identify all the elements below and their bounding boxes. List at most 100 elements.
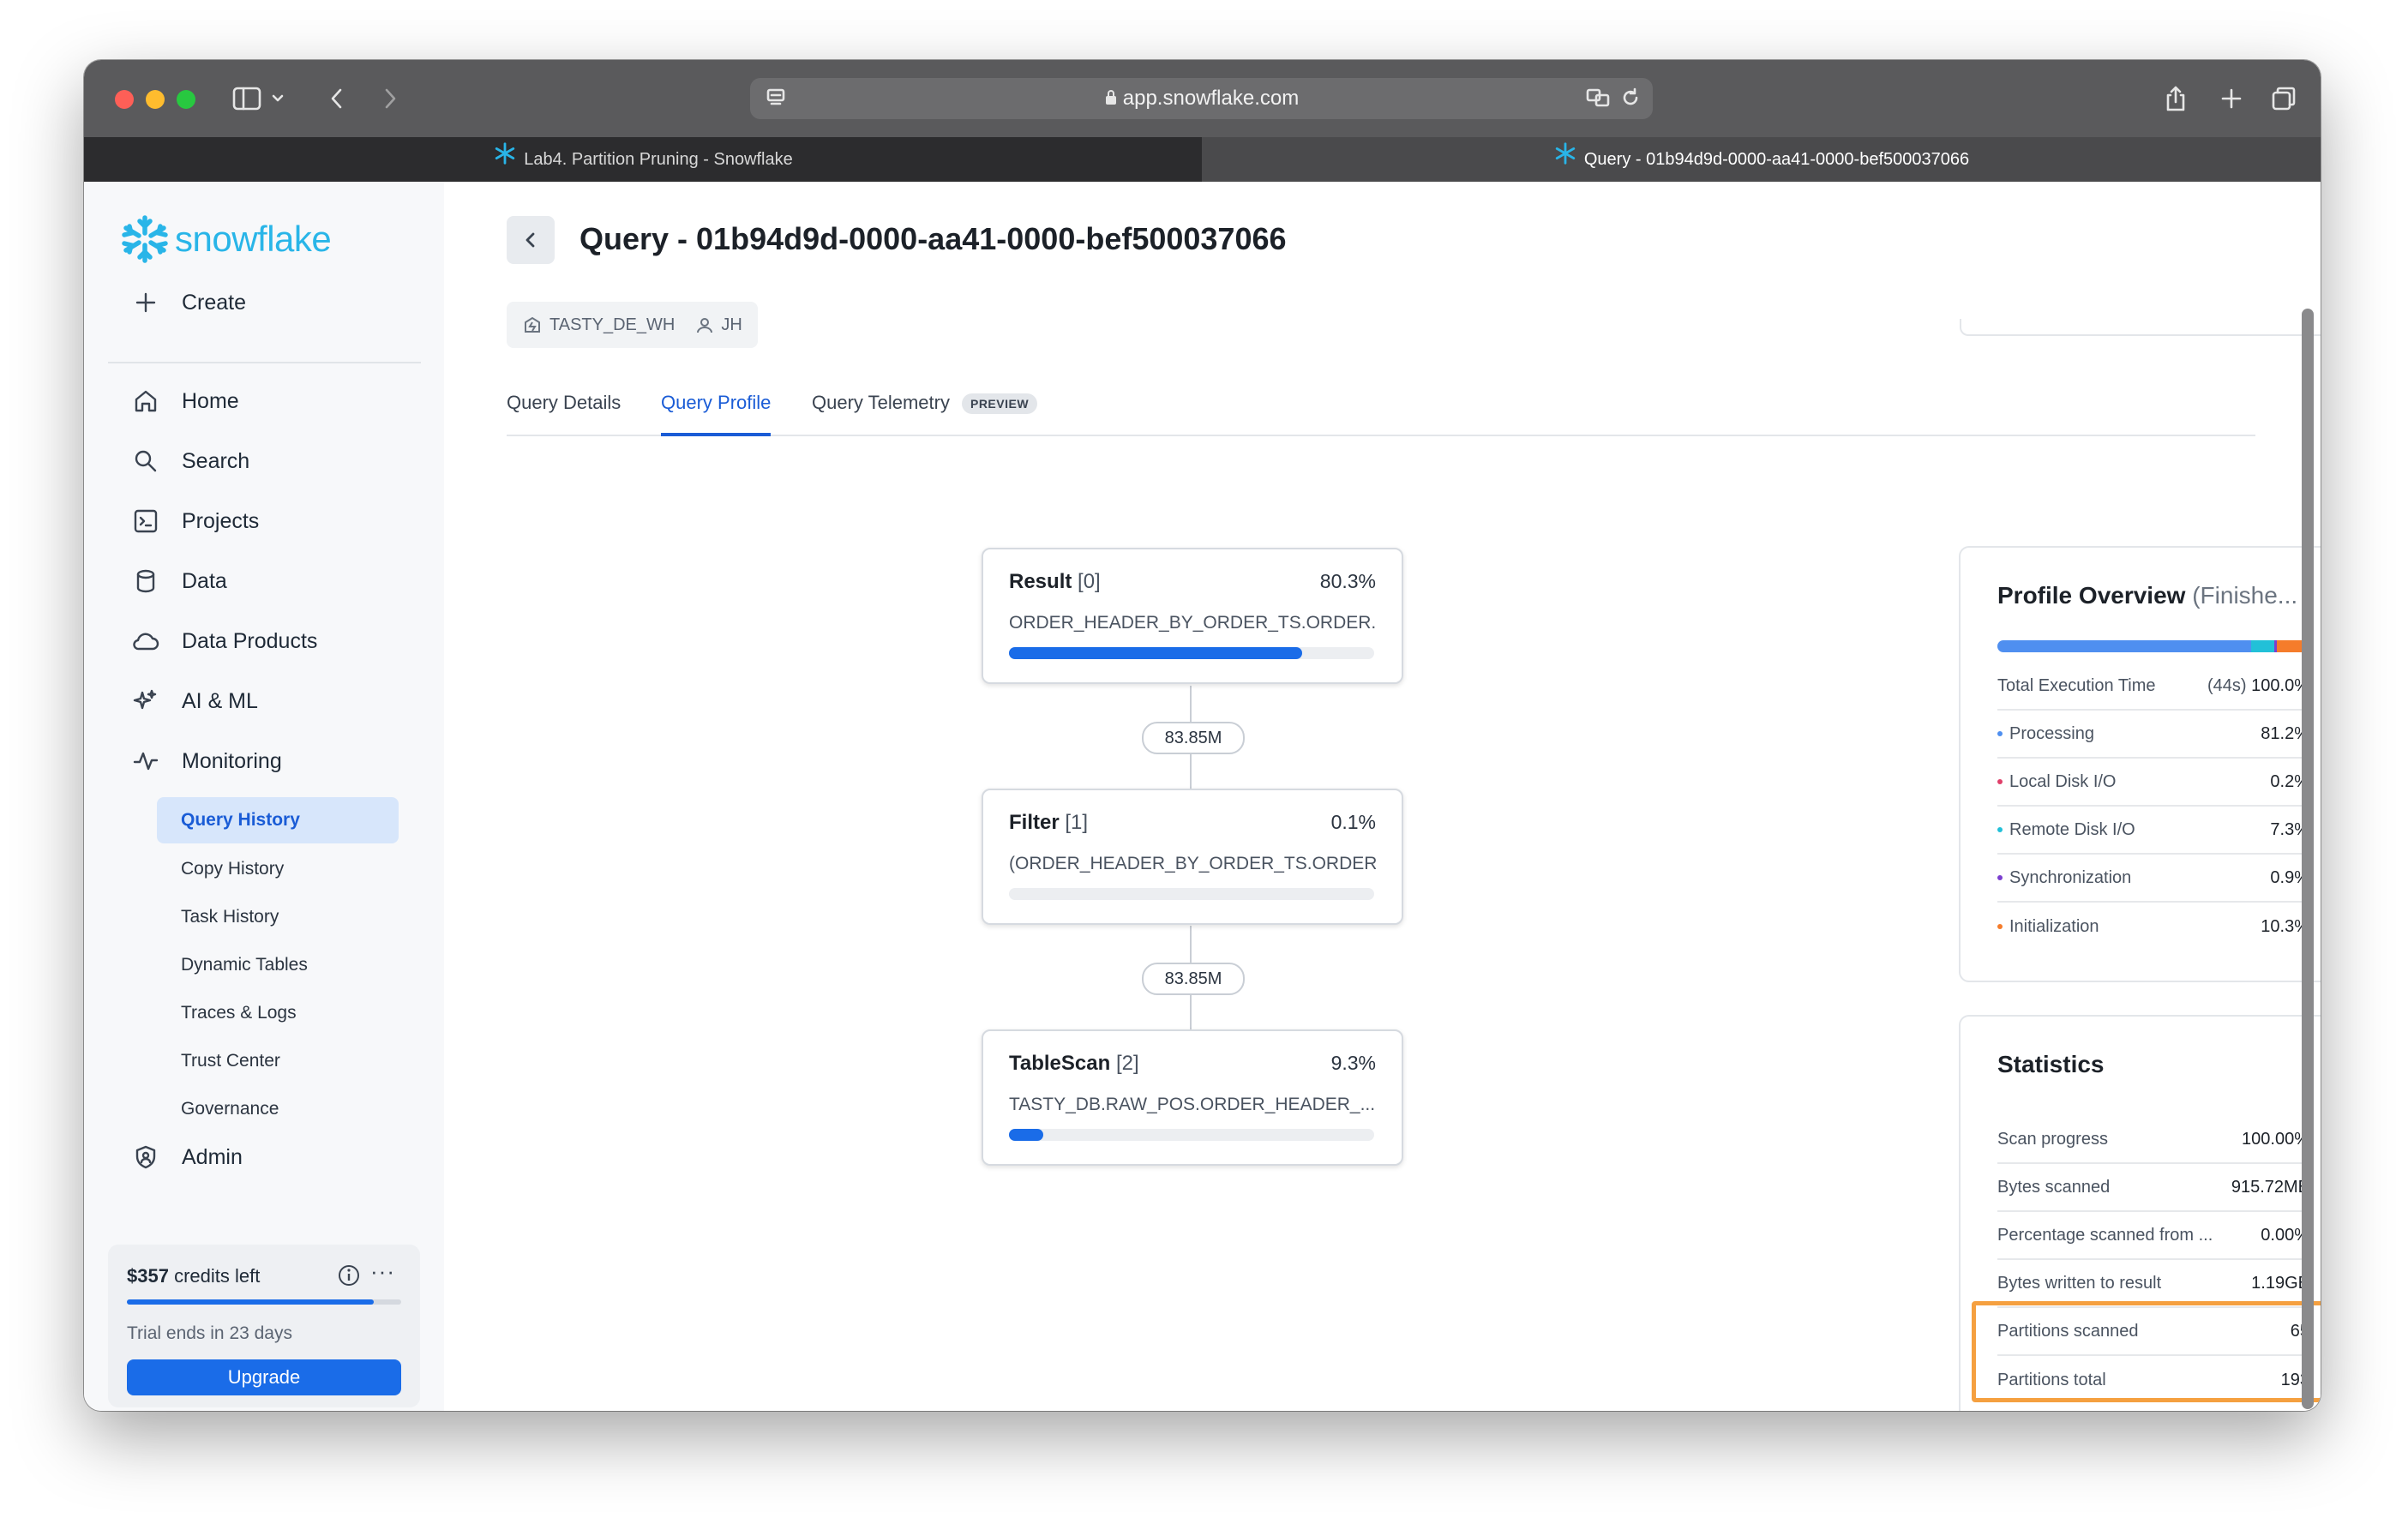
- stat-label: Bytes written to result: [1997, 1273, 2162, 1293]
- sidebar-subitem-copy-history[interactable]: Copy History: [157, 846, 399, 892]
- maximize-window-button[interactable]: [177, 90, 195, 109]
- partitions-highlight-box: [1972, 1301, 2321, 1402]
- sidebar-item-home[interactable]: Home: [132, 381, 239, 422]
- panel-stub: [1960, 319, 2321, 336]
- forward-nav-icon[interactable]: [375, 79, 405, 118]
- plus-icon: [132, 289, 159, 316]
- main-scrollbar[interactable]: [2302, 309, 2314, 1409]
- user-icon: [697, 318, 713, 333]
- stat-row-percentage-scanned: Percentage scanned from ... 0.00%: [1997, 1212, 2309, 1260]
- sidebar-subitem-task-history[interactable]: Task History: [157, 894, 399, 940]
- sidebar-item-monitoring[interactable]: Monitoring: [132, 741, 282, 782]
- processing-row: Processing 81.2%: [1997, 711, 2309, 759]
- close-window-button[interactable]: [115, 90, 134, 109]
- profile-overview-panel: Profile Overview (Finishe... Total Execu…: [1959, 546, 2321, 982]
- browser-tab-label: Query - 01b94d9d-0000-aa41-0000-bef50003…: [1583, 150, 1970, 169]
- minimize-window-button[interactable]: [146, 90, 165, 109]
- sidebar-subitem-query-history[interactable]: Query History: [157, 797, 399, 843]
- sidebar-subitem-trust-center[interactable]: Trust Center: [157, 1038, 399, 1084]
- credits-amount: $357 credits left: [127, 1265, 260, 1287]
- query-tabs: Query Details Query Profile Query Teleme…: [507, 383, 2255, 436]
- operator-node-tablescan[interactable]: TableScan [2] 9.3% TASTY_DB.RAW_POS.ORDE…: [982, 1029, 1403, 1166]
- share-icon[interactable]: [2159, 79, 2193, 118]
- profile-overview-title: Profile Overview (Finishe...: [1997, 582, 2297, 609]
- credits-card: $357 credits left ··· Trial ends in 23 d…: [108, 1245, 420, 1407]
- stat-label: Bytes scanned: [1997, 1177, 2111, 1197]
- stat-value: 100.00%: [2242, 1129, 2309, 1149]
- node-name: Result: [1009, 570, 1072, 593]
- execution-time-bar: [1997, 640, 2309, 652]
- info-icon[interactable]: [337, 1263, 361, 1292]
- url-text: app.snowflake.com: [750, 78, 1653, 119]
- total-execution-value: (44s) 100.0%: [2207, 676, 2309, 696]
- edge-row-count[interactable]: 83.85M: [1142, 722, 1245, 754]
- warehouse-label: TASTY_DE_WH: [549, 315, 676, 334]
- node-id: [2]: [1115, 1052, 1139, 1075]
- trial-ends-text: Trial ends in 23 days: [127, 1323, 292, 1343]
- browser-tab-query[interactable]: Query - 01b94d9d-0000-aa41-0000-bef50003…: [1202, 137, 2321, 182]
- url-label: app.snowflake.com: [1122, 87, 1300, 110]
- node-title: Filter [1]: [1009, 811, 1088, 835]
- sidebar-item-label: Monitoring: [182, 748, 282, 773]
- more-options-icon[interactable]: ···: [370, 1258, 395, 1285]
- tab-query-telemetry[interactable]: Query Telemetry PREVIEW: [812, 383, 1038, 433]
- row-label: Local Disk I/O: [2009, 771, 2117, 791]
- node-percentage: 0.1%: [1330, 811, 1376, 833]
- node-percentage: 9.3%: [1330, 1052, 1376, 1074]
- back-nav-icon[interactable]: [322, 79, 351, 118]
- profile-overview-heading: Profile Overview: [1997, 582, 2186, 609]
- sidebar-subitem-traces-logs[interactable]: Traces & Logs: [157, 990, 399, 1036]
- sidebar-item-ai-ml[interactable]: AI & ML: [132, 681, 258, 722]
- total-execution-time: (44s): [2207, 675, 2247, 695]
- sidebar-item-search[interactable]: Search: [132, 441, 249, 482]
- row-label: Remote Disk I/O: [2009, 819, 2135, 839]
- stat-label: Scan progress: [1997, 1129, 2108, 1149]
- initialization-dot-icon: [1997, 924, 2003, 929]
- activity-icon: [132, 747, 159, 775]
- sidebar-subitem-dynamic-tables[interactable]: Dynamic Tables: [157, 942, 399, 988]
- stat-value: 1.19GB: [2251, 1273, 2309, 1293]
- synchronization-dot-icon: [1997, 875, 2003, 880]
- operator-node-filter[interactable]: Filter [1] 0.1% (ORDER_HEADER_BY_ORDER_T…: [982, 789, 1403, 925]
- logo-wordmark: snowflake: [175, 219, 332, 259]
- node-progress-fill: [1009, 647, 1303, 659]
- sidebar-item-data[interactable]: Data: [132, 561, 227, 602]
- sidebar-item-data-products[interactable]: Data Products: [132, 621, 317, 662]
- chevron-down-icon[interactable]: [267, 79, 288, 118]
- reload-icon[interactable]: [1616, 78, 1645, 117]
- warehouse-chip[interactable]: TASTY_DE_WH: [522, 315, 675, 335]
- sidebar-item-projects[interactable]: Projects: [132, 501, 259, 542]
- browser-tab-lab4[interactable]: Lab4. Partition Pruning - Snowflake: [84, 137, 1202, 182]
- upgrade-button[interactable]: Upgrade: [127, 1359, 401, 1395]
- node-description: (ORDER_HEADER_BY_ORDER_TS.ORDER...: [1009, 854, 1376, 873]
- query-meta-chips: TASTY_DE_WH JH: [507, 302, 758, 348]
- node-title: TableScan [2]: [1009, 1052, 1139, 1076]
- stat-label: Percentage scanned from ...: [1997, 1225, 2213, 1245]
- sidebar-subitem-governance[interactable]: Governance: [157, 1086, 399, 1132]
- operator-node-result[interactable]: Result [0] 80.3% ORDER_HEADER_BY_ORDER_T…: [982, 548, 1403, 684]
- statistics-title: Statistics: [1997, 1051, 2105, 1077]
- credits-suffix: credits left: [174, 1265, 261, 1287]
- sidebar: snowflake Create Home Search Projects Da…: [84, 182, 446, 1411]
- tab-overview-icon[interactable]: [2267, 79, 2301, 118]
- sidebar-toggle-icon[interactable]: [230, 79, 264, 118]
- sidebar-item-label: Projects: [182, 508, 260, 533]
- synchronization-row: Synchronization 0.9%: [1997, 855, 2309, 903]
- tab-query-details[interactable]: Query Details: [507, 383, 621, 433]
- node-progress-bar: [1009, 647, 1374, 659]
- snowflake-logo[interactable]: snowflake: [120, 214, 332, 264]
- node-progress-fill: [1009, 1129, 1043, 1141]
- remote-disk-dot-icon: [1997, 827, 2003, 832]
- node-progress-bar: [1009, 888, 1374, 900]
- tab-query-profile[interactable]: Query Profile: [661, 383, 772, 436]
- edge-row-count[interactable]: 83.85M: [1142, 963, 1245, 995]
- translate-icon[interactable]: [1583, 78, 1614, 117]
- sidebar-item-admin[interactable]: Admin: [132, 1137, 243, 1178]
- back-button[interactable]: [507, 216, 555, 264]
- new-tab-icon[interactable]: [2214, 79, 2249, 118]
- snowflake-logo-icon: [122, 215, 168, 263]
- user-chip[interactable]: JH: [695, 315, 742, 335]
- main-content: Query - 01b94d9d-0000-aa41-0000-bef50003…: [444, 182, 2321, 1411]
- address-bar[interactable]: app.snowflake.com: [750, 78, 1653, 119]
- create-button[interactable]: Create: [132, 282, 246, 323]
